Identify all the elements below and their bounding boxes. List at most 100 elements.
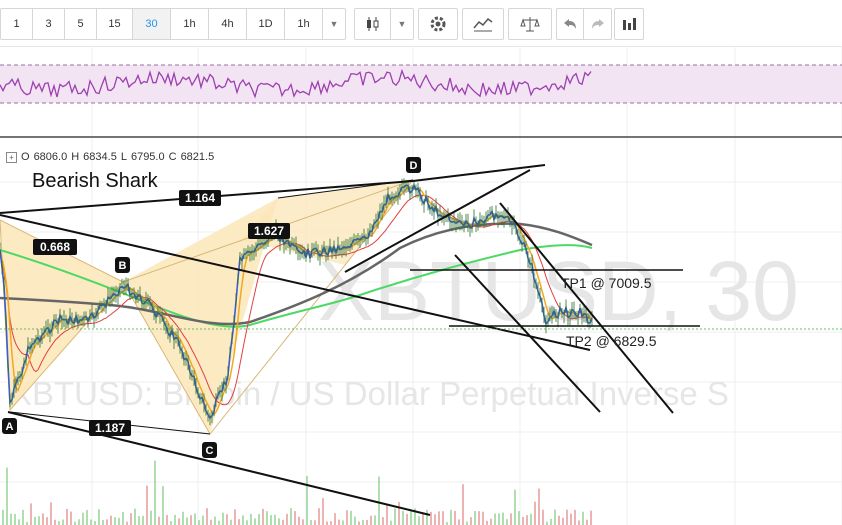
volume-bar <box>250 513 252 525</box>
volume-bar <box>310 519 312 525</box>
volume-bar <box>198 520 200 525</box>
timeframe-5[interactable]: 5 <box>65 9 97 39</box>
volume-bar <box>142 515 144 525</box>
volume-bar <box>526 515 528 525</box>
volume-bar <box>306 475 308 525</box>
volume-bar <box>490 518 492 525</box>
volume-bar <box>390 520 392 525</box>
volume-bar <box>370 515 372 525</box>
volume-bar <box>322 498 324 525</box>
close-label: C <box>168 151 177 163</box>
timeframe-15[interactable]: 15 <box>97 9 133 39</box>
compare-button[interactable] <box>509 9 551 39</box>
point-label-d: D <box>410 160 418 172</box>
volume-bar <box>430 511 432 525</box>
volume-bar <box>122 512 124 525</box>
undo-button[interactable] <box>557 9 584 39</box>
volume-bar <box>382 517 384 525</box>
chart-type-group: ▼ <box>354 8 414 40</box>
point-label-b: B <box>119 260 127 272</box>
volume-bar <box>54 519 56 525</box>
compare-group <box>508 8 552 40</box>
timeframe-3[interactable]: 3 <box>33 9 65 39</box>
volume-bar <box>394 508 396 525</box>
volume-bar <box>98 509 100 525</box>
volume-bar <box>186 517 188 525</box>
indicators-button[interactable] <box>463 9 503 39</box>
volume-bar <box>462 484 464 525</box>
scale-icon <box>520 17 540 32</box>
volume-bar <box>426 509 428 525</box>
bar-chart-button[interactable] <box>615 9 643 39</box>
volume-bar <box>298 516 300 525</box>
volume-bar <box>538 488 540 525</box>
volume-bar <box>262 508 264 525</box>
volume-bar <box>110 515 112 525</box>
settings-button[interactable] <box>419 9 457 39</box>
trendline-lower <box>7 411 431 516</box>
volume-bar <box>18 519 20 525</box>
chart-canvas[interactable]: XBTUSD, 30 XBTUSD: Bitcoin / US Dollar P… <box>0 46 842 525</box>
volume-bar <box>570 513 572 525</box>
timeframe-1[interactable]: 1 <box>1 9 33 39</box>
ratio-label-ac: 1.187 <box>95 421 125 435</box>
volume-bar <box>222 512 224 525</box>
volume-bar <box>422 513 424 525</box>
volume-bar <box>214 516 216 525</box>
volume-bar <box>354 516 356 525</box>
volume-bar <box>378 476 380 525</box>
volume-bar <box>562 517 564 525</box>
redo-button[interactable] <box>584 9 611 39</box>
candlestick-button[interactable] <box>355 9 391 39</box>
volume-bar <box>358 521 360 525</box>
volume-bar <box>10 513 12 525</box>
timeframe-dropdown[interactable]: ▼ <box>323 9 345 39</box>
volume-bar <box>158 516 160 525</box>
volume-bar <box>174 514 176 525</box>
volume-bar <box>366 519 368 525</box>
volume-bar <box>386 503 388 525</box>
volume-bar <box>578 520 580 525</box>
open-value: 6806.0 <box>33 151 68 163</box>
volume-bar <box>238 519 240 525</box>
volume-bar <box>106 519 108 525</box>
volume-bar <box>102 519 104 525</box>
volume-bar <box>326 521 328 525</box>
volume-bar <box>286 513 288 525</box>
point-label-c: C <box>206 445 214 457</box>
candlestick-icon <box>366 17 378 31</box>
volume-bar <box>374 515 376 525</box>
volume-bar <box>554 509 556 525</box>
volume-bar <box>258 514 260 525</box>
volume-bar <box>534 501 536 525</box>
watermark-description: XBTUSD: Bitcoin / US Dollar Perpetual In… <box>10 375 729 412</box>
volume-bar <box>334 513 336 525</box>
timeframe-1h-custom[interactable]: 1h <box>285 9 323 39</box>
volume-bar <box>226 514 228 525</box>
volume-bar <box>586 519 588 525</box>
volume-bar <box>94 521 96 525</box>
volume-bar <box>498 513 500 525</box>
timeframe-1d[interactable]: 1D <box>247 9 285 39</box>
volume-bar <box>206 508 208 525</box>
volume-bar <box>466 521 468 525</box>
watermark-symbol: XBTUSD, 30 <box>318 244 799 338</box>
low-label: L <box>120 151 127 163</box>
expand-icon[interactable]: + <box>6 151 17 163</box>
volume-bar <box>42 513 44 525</box>
timeframe-30[interactable]: 30 <box>133 9 171 39</box>
volume-bar <box>342 520 344 525</box>
volume-bar <box>254 518 256 525</box>
volume-bar <box>418 516 420 525</box>
chart-type-dropdown[interactable]: ▼ <box>391 9 413 39</box>
tp2-label: TP2 @ 6829.5 <box>566 333 657 349</box>
timeframe-4h[interactable]: 4h <box>209 9 247 39</box>
volume-bar <box>478 511 480 525</box>
timeframe-1h[interactable]: 1h <box>171 9 209 39</box>
ohlc-readout: + O 6806.0 H 6834.5 L 6795.0 C 6821.5 <box>6 151 214 163</box>
volume-bar <box>22 509 24 525</box>
volume-bar <box>66 508 68 525</box>
volume-bar <box>70 511 72 525</box>
volume-bar <box>178 518 180 525</box>
redo-icon <box>591 19 604 29</box>
